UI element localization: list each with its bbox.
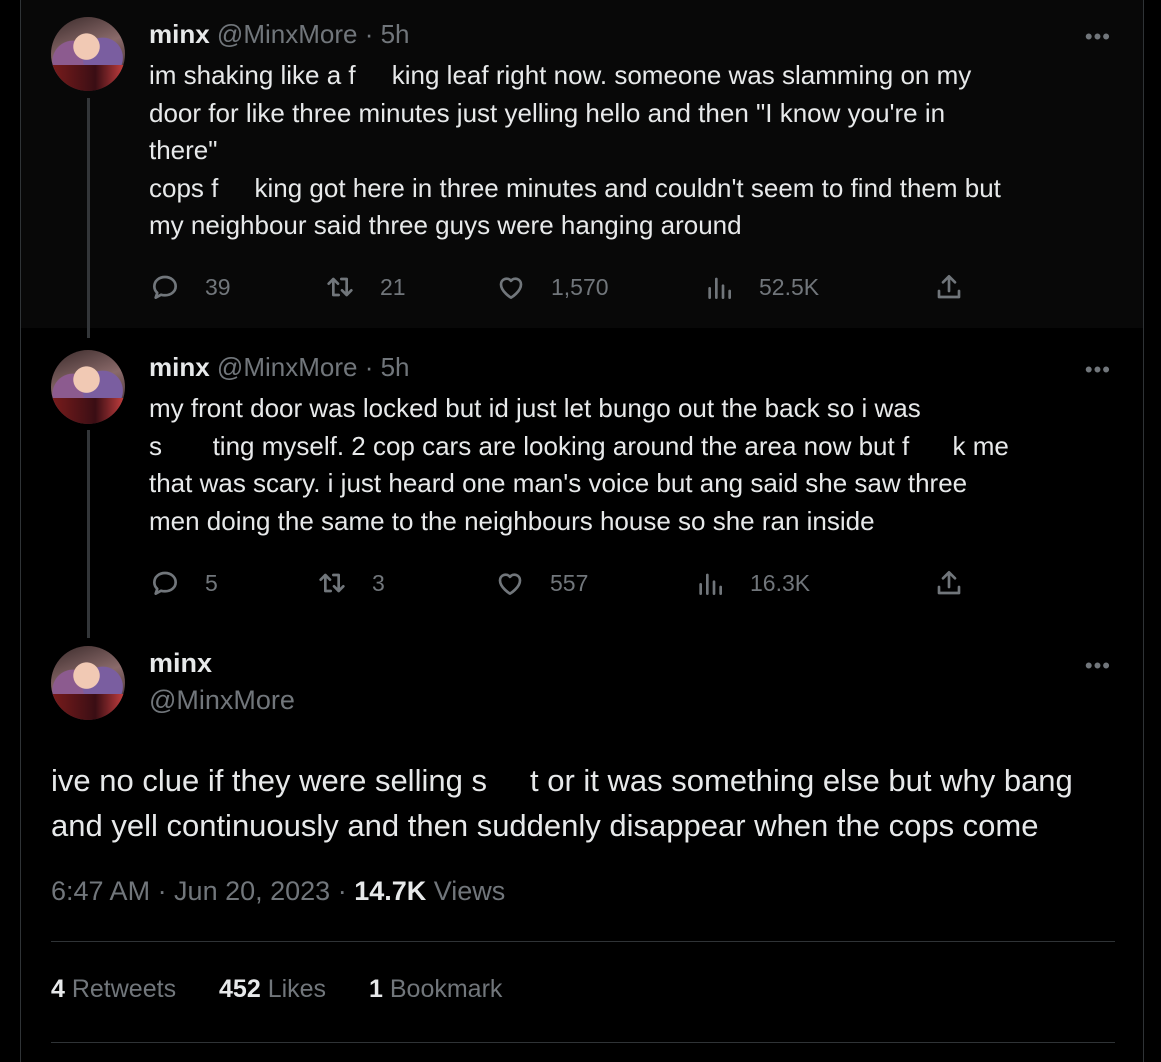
action-bar: 39 21 1,570 52.5K (149, 267, 961, 307)
avatar[interactable] (51, 646, 125, 720)
views-count: 16.3K (750, 569, 811, 596)
action-bar: 5 3 557 16.3K (149, 563, 961, 603)
bookmarks-label: Bookmark (382, 975, 503, 1003)
username-handle[interactable]: @MinxMore (149, 685, 295, 716)
likes-count: 452 (219, 975, 261, 1003)
more-icon[interactable]: ••• (1085, 24, 1111, 50)
views-count: 14.7K (354, 876, 427, 906)
reply-button[interactable]: 5 (149, 563, 218, 603)
column-border-right (1143, 0, 1144, 1062)
retweet-button[interactable]: 21 (324, 267, 406, 307)
avatar[interactable] (51, 350, 125, 424)
tweet-time[interactable]: 5h (381, 352, 410, 382)
like-button[interactable]: 557 (494, 563, 588, 603)
retweet-count: 3 (372, 569, 385, 596)
tweet-time[interactable]: 5h (381, 19, 410, 49)
bookmarks-count: 1 (369, 975, 383, 1003)
like-icon (498, 573, 522, 595)
reply-icon (153, 275, 177, 299)
retweet-button[interactable]: 3 (316, 563, 385, 603)
likes-label: Likes (260, 975, 327, 1003)
retweets-stat[interactable]: 4 Retweets (51, 975, 176, 1003)
views-button[interactable]: 52.5K (703, 267, 819, 307)
thread-connector-line (87, 430, 90, 638)
views-label: Views (426, 876, 506, 906)
reply-count: 39 (205, 273, 231, 300)
separator-dot: · (364, 352, 374, 382)
views-icon (699, 573, 722, 595)
tweet-meta: 6:47 AM · Jun 20, 2023 · 14.7K Views (51, 876, 505, 907)
views-icon (708, 277, 731, 299)
tweet-text: ive no clue if they were selling s t or … (51, 763, 1073, 843)
retweets-count: 4 (51, 975, 65, 1003)
reply-icon (153, 571, 177, 595)
tweet-header: minx @MinxMore · 5h (149, 19, 410, 50)
thread-tweet-2[interactable]: minx @MinxMore · 5h ••• my front door wa… (21, 328, 1143, 638)
retweet-count: 21 (380, 273, 406, 300)
separator-dot: · (364, 19, 374, 49)
tweet-timestamp[interactable]: 6:47 AM · Jun 20, 2023 · (51, 876, 354, 906)
retweet-icon (327, 277, 353, 297)
views-button[interactable]: 16.3K (694, 563, 810, 603)
like-icon (499, 277, 523, 299)
share-icon (937, 571, 961, 595)
share-button[interactable] (933, 267, 989, 307)
display-name[interactable]: minx (149, 648, 212, 679)
like-button[interactable]: 1,570 (495, 267, 609, 307)
like-count: 557 (550, 569, 589, 596)
tweet-thread: minx @MinxMore · 5h ••• im shaking like … (0, 0, 1161, 1062)
avatar[interactable] (51, 17, 125, 91)
likes-stat[interactable]: 452 Likes (219, 975, 326, 1003)
share-button[interactable] (933, 563, 989, 603)
more-icon[interactable]: ••• (1085, 653, 1111, 679)
tweet-header: minx @MinxMore · 5h (149, 352, 410, 383)
more-icon[interactable]: ••• (1085, 357, 1111, 383)
focused-tweet: minx @MinxMore ••• ive no clue if they w… (21, 638, 1143, 1062)
divider (51, 941, 1115, 942)
views-count: 52.5K (759, 273, 820, 300)
like-count: 1,570 (551, 273, 609, 300)
divider (51, 1042, 1115, 1043)
username-handle[interactable]: @MinxMore (217, 352, 358, 382)
thread-tweet-1[interactable]: minx @MinxMore · 5h ••• im shaking like … (21, 0, 1143, 338)
tweet-text: im shaking like a f king leaf right now.… (149, 60, 1001, 240)
retweets-label: Retweets (64, 975, 177, 1003)
share-icon (937, 275, 961, 299)
reply-button[interactable]: 39 (149, 267, 231, 307)
bookmarks-stat[interactable]: 1 Bookmark (369, 975, 502, 1003)
tweet-text: my front door was locked but id just let… (149, 393, 1009, 536)
display-name[interactable]: minx (149, 19, 210, 49)
engagement-stats: 4 Retweets 452 Likes 1 Bookmark (51, 975, 538, 1004)
username-handle[interactable]: @MinxMore (217, 19, 358, 49)
display-name[interactable]: minx (149, 352, 210, 382)
reply-count: 5 (205, 569, 218, 596)
thread-connector-line (87, 98, 90, 338)
retweet-icon (319, 573, 345, 593)
